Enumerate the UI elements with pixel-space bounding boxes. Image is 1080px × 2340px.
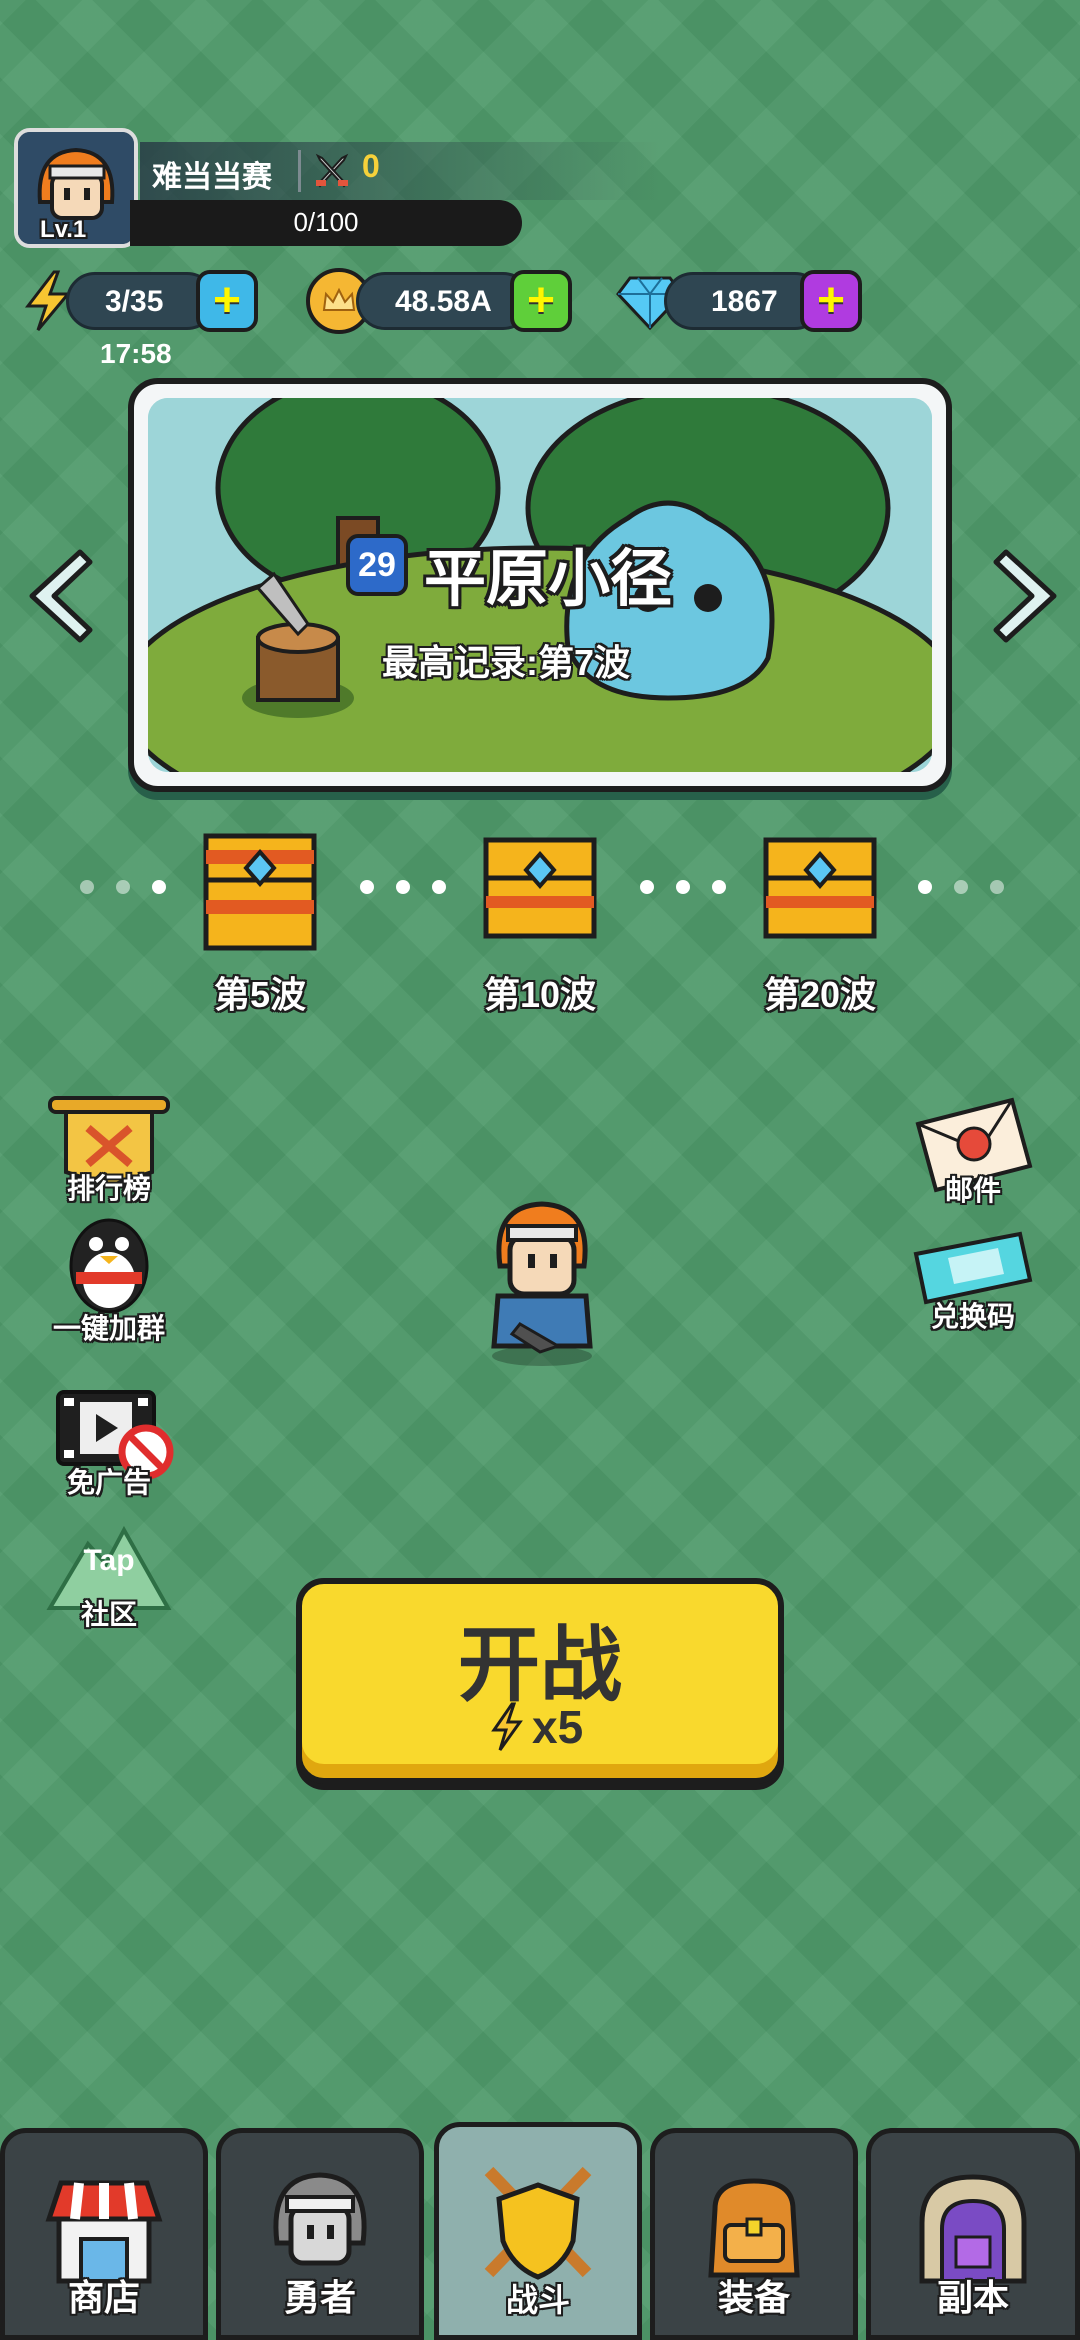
mail-button[interactable]: 邮件 xyxy=(908,1094,1038,1209)
ranking-button[interactable]: 排行榜 xyxy=(44,1094,174,1207)
stage-illustration: 29 平原小径 最高记录:第7波 xyxy=(148,398,932,772)
swords-icon xyxy=(312,150,352,190)
player-name-bar: 难当当赛 0 xyxy=(140,142,660,200)
reward-label-2: 第10波 xyxy=(483,974,597,1015)
tab-dungeon-label: 副本 xyxy=(936,2277,1009,2318)
join-group-button[interactable]: 一键加群 xyxy=(44,1214,174,1347)
energy-timer: 17:58 xyxy=(100,338,172,369)
xp-text: 0/100 xyxy=(293,207,359,237)
reward-chest-3[interactable] xyxy=(760,832,880,962)
tab-battle-label: 战斗 xyxy=(505,2282,570,2318)
tab-shop[interactable]: 商店 xyxy=(0,2128,208,2340)
progress-dots-3 xyxy=(640,880,726,894)
reward-label-3: 第20波 xyxy=(763,974,877,1015)
energy-icon xyxy=(24,270,72,332)
tab-dungeon[interactable]: 副本 xyxy=(866,2128,1080,2340)
name-divider xyxy=(298,150,301,192)
stage-number: 29 xyxy=(358,545,396,584)
reward-label-1: 第5波 xyxy=(213,974,307,1015)
tap-logo: Tap xyxy=(83,1544,135,1577)
progress-dots-4 xyxy=(918,880,1004,894)
add-gold-button[interactable]: + xyxy=(510,270,572,332)
xp-bar: 0/100 xyxy=(130,200,522,246)
reward-chest-1[interactable] xyxy=(200,826,320,956)
reward-chest-2[interactable] xyxy=(480,832,600,962)
stage-number-badge: 29 xyxy=(346,534,408,596)
energy-cost: x5 xyxy=(532,1701,584,1753)
progress-dots-2 xyxy=(360,880,446,894)
energy-counter: 3/35 xyxy=(66,272,216,330)
tab-equipment[interactable]: 装备 xyxy=(650,2128,858,2340)
add-energy-button[interactable]: + xyxy=(196,270,258,332)
diamond-value: 1867 xyxy=(711,285,778,318)
progress-dots-1 xyxy=(80,880,166,894)
tab-hero-label: 勇者 xyxy=(283,2277,356,2318)
swords-count: 0 xyxy=(362,148,380,184)
battle-shield-icon xyxy=(484,2166,592,2280)
chest-icon xyxy=(203,833,317,951)
gold-counter: 48.58A xyxy=(356,272,532,330)
join-group-label: 一键加群 xyxy=(52,1313,165,1344)
energy-value: 3/35 xyxy=(105,285,164,318)
tab-equipment-label: 装备 xyxy=(717,2277,790,2318)
tab-hero[interactable]: 勇者 xyxy=(216,2128,424,2340)
player-avatar[interactable]: Lv.1 xyxy=(14,128,138,248)
prev-stage-button[interactable] xyxy=(24,546,94,646)
hero-character[interactable] xyxy=(480,1196,604,1366)
player-name: 难当当赛 xyxy=(152,161,272,194)
community-button[interactable]: Tap 社区 xyxy=(44,1524,174,1633)
stage-card[interactable]: 29 平原小径 最高记录:第7波 xyxy=(128,378,952,792)
player-level: Lv.1 xyxy=(40,216,87,243)
redeem-code-button[interactable]: 兑换码 xyxy=(908,1228,1038,1335)
add-diamond-button[interactable]: + xyxy=(800,270,862,332)
bottom-navigation: 商店 勇者 战斗 装备 副本 xyxy=(0,2122,1080,2340)
energy-cost-icon xyxy=(490,1702,524,1752)
stage-name: 平原小径 xyxy=(424,545,673,614)
next-stage-button[interactable] xyxy=(992,546,1062,646)
stage-best-record: 最高记录:第7波 xyxy=(382,642,631,683)
start-battle-button[interactable]: 开战 x5 xyxy=(296,1578,784,1784)
tab-shop-label: 商店 xyxy=(67,2277,140,2318)
tab-battle[interactable]: 战斗 xyxy=(434,2122,642,2340)
no-ads-button[interactable]: 免广告 xyxy=(44,1386,174,1501)
gold-value: 48.58A xyxy=(395,285,492,318)
